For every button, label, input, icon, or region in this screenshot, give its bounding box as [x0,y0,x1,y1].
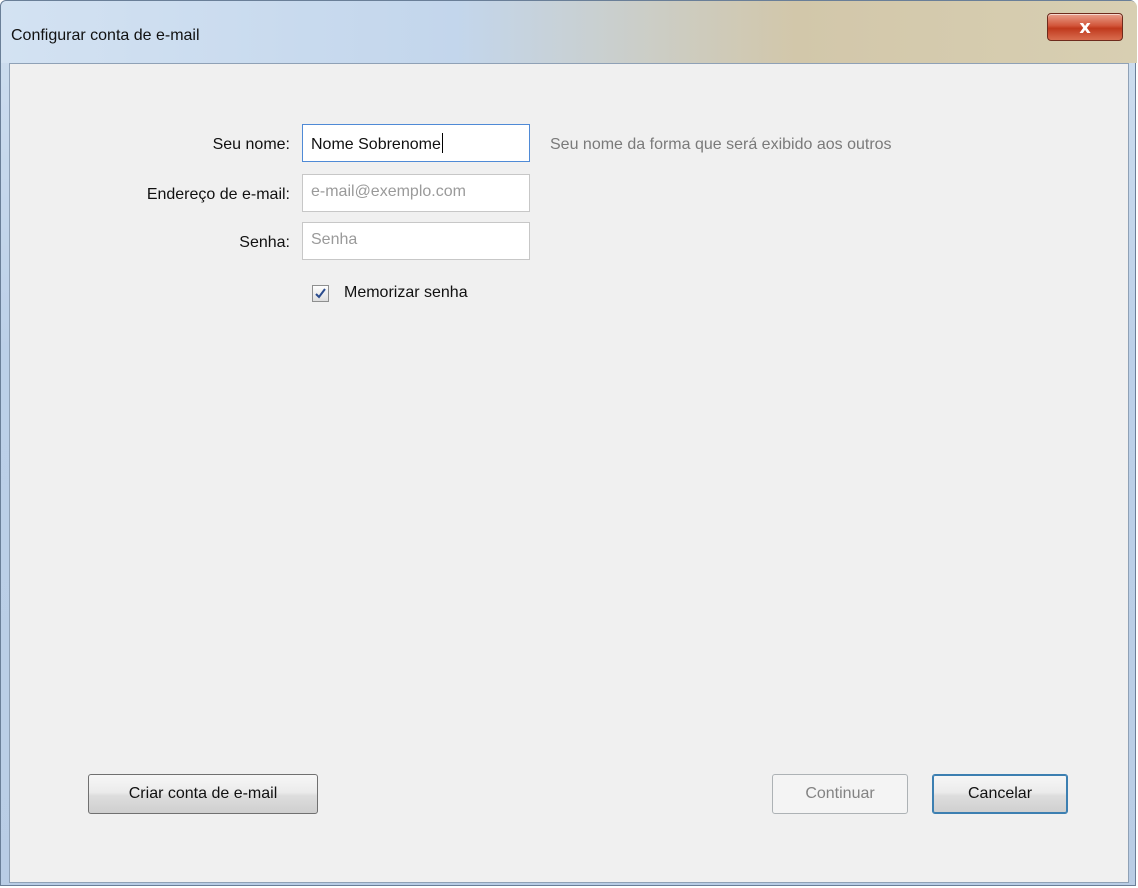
name-input-value: Nome Sobrenome [311,136,441,153]
close-icon: x [1079,16,1091,38]
email-input-placeholder: e-mail@exemplo.com [311,183,466,200]
email-label: Endereço de e-mail: [146,186,290,203]
remember-password-checkbox[interactable] [312,285,329,302]
dialog-window: Configurar conta de e-mail x Seu nome: N… [0,0,1137,886]
password-input-placeholder: Senha [311,231,358,248]
remember-password-label[interactable]: Memorizar senha [344,284,468,302]
continue-button[interactable]: Continuar [772,774,908,814]
create-account-button[interactable]: Criar conta de e-mail [88,774,318,814]
dialog-content: Seu nome: Nome Sobrenome Seu nome da for… [9,63,1129,883]
text-caret [441,133,443,153]
title-bar[interactable]: Configurar conta de e-mail x [1,1,1137,63]
name-hint: Seu nome da forma que será exibido aos o… [550,136,892,153]
name-label: Seu nome: [212,136,290,153]
checkmark-icon [315,288,326,299]
password-input[interactable]: Senha [302,222,530,260]
cancel-button[interactable]: Cancelar [932,774,1068,814]
password-label: Senha: [239,234,290,251]
window-title: Configurar conta de e-mail [11,27,200,44]
close-button[interactable]: x [1047,13,1123,41]
name-input[interactable]: Nome Sobrenome [302,124,530,162]
email-input[interactable]: e-mail@exemplo.com [302,174,530,212]
